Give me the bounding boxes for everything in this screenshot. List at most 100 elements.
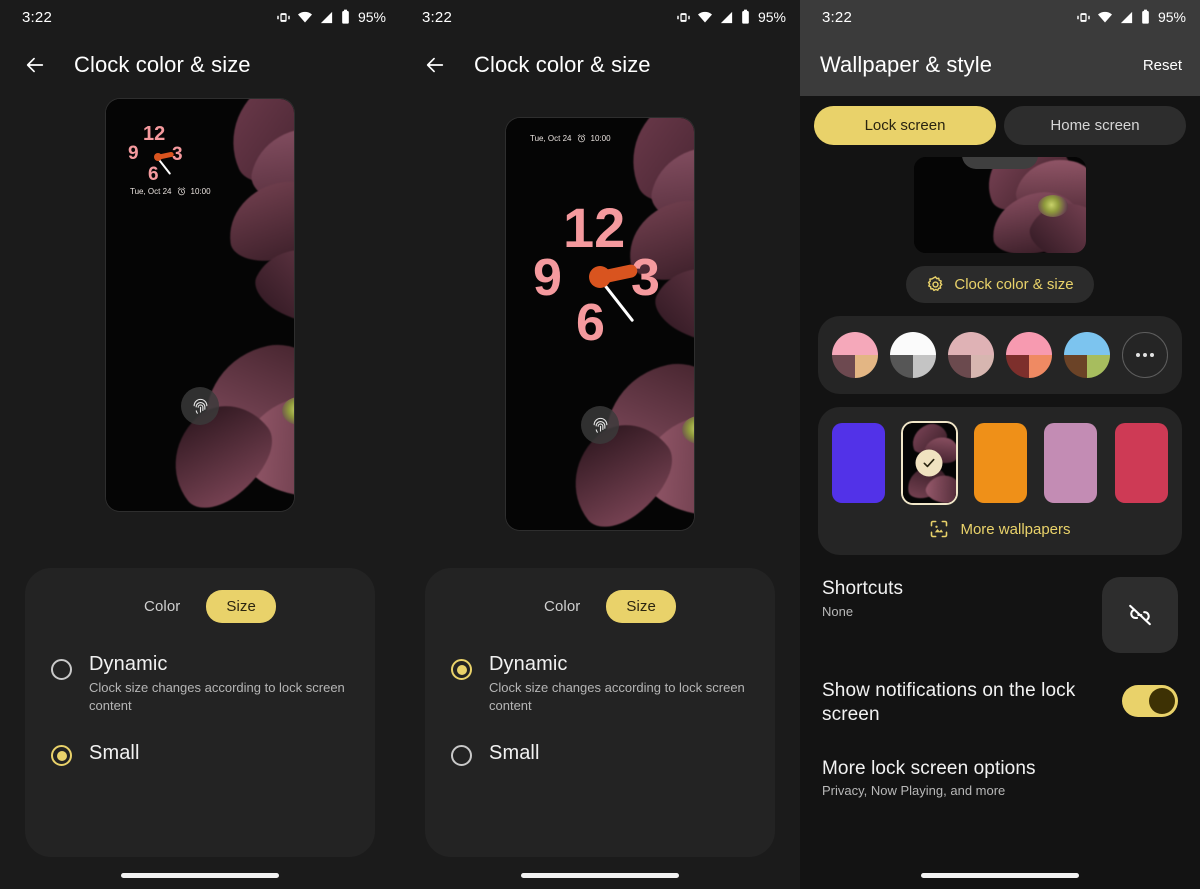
app-bar: Wallpaper & style Reset xyxy=(800,34,1200,96)
battery-percent: 95% xyxy=(1157,9,1186,25)
wallpaper-flower[interactable] xyxy=(902,423,956,503)
status-bar-time: 3:22 xyxy=(822,8,852,26)
radio-label-dynamic: Dynamic xyxy=(489,653,568,675)
size-radio-group: Dynamic Clock size changes according to … xyxy=(45,653,355,767)
shortcuts-row[interactable]: Shortcuts None xyxy=(818,555,1182,653)
more-wallpapers-button[interactable]: More wallpapers xyxy=(832,519,1168,539)
swatch-rose[interactable] xyxy=(1006,332,1052,378)
image-frame-icon xyxy=(931,520,948,538)
tab-color[interactable]: Color xyxy=(124,590,200,623)
app-bar: Clock color & size xyxy=(0,34,400,96)
segmented-control: Color Size xyxy=(445,590,755,623)
clock-chip-label: Clock color & size xyxy=(954,276,1074,293)
clock-numeral-6: 6 xyxy=(148,164,159,185)
lock-screen-preview-container: Tue, Oct 24 10:00 12 3 6 9 xyxy=(400,96,800,530)
wallpaper-header: 3:22 95% Wallpaper & style Reset xyxy=(800,0,1200,96)
radio-sub-dynamic: Clock size changes according to lock scr… xyxy=(89,680,345,713)
wallpaper-orchid[interactable] xyxy=(1044,423,1098,503)
battery-percent: 95% xyxy=(357,9,386,25)
battery-percent: 95% xyxy=(757,9,786,25)
clock-numeral-9: 9 xyxy=(533,249,562,307)
lock-alarm-time: 10:00 xyxy=(190,187,211,196)
wallpaper-crimson[interactable] xyxy=(1115,423,1168,503)
wallpaper-thumb-row xyxy=(832,423,1168,503)
gesture-bar[interactable] xyxy=(521,873,679,878)
wifi-icon xyxy=(697,11,712,22)
back-arrow-icon xyxy=(426,57,444,73)
battery-icon xyxy=(342,9,349,24)
swatch-white-gray[interactable] xyxy=(890,332,936,378)
status-bar-icons: 95% xyxy=(1076,9,1186,25)
wallpaper-preview[interactable] xyxy=(914,157,1086,253)
lock-date: Tue, Oct 24 xyxy=(530,134,572,143)
reset-button[interactable]: Reset xyxy=(1143,57,1182,74)
more-dots-icon[interactable] xyxy=(1122,332,1168,378)
tab-color[interactable]: Color xyxy=(524,590,600,623)
fingerprint-icon xyxy=(193,398,207,414)
tab-lock-screen[interactable]: Lock screen xyxy=(814,106,996,145)
radio-indicator-dynamic[interactable] xyxy=(451,659,472,680)
status-bar: 3:22 95% xyxy=(800,0,1200,34)
clock-options-card: Color Size Dynamic Clock size changes ac… xyxy=(25,568,375,857)
radio-option-dynamic[interactable]: Dynamic Clock size changes according to … xyxy=(45,653,355,714)
color-swatch-row xyxy=(832,332,1168,378)
show-notifications-toggle[interactable] xyxy=(1122,685,1178,717)
phone-preview-small[interactable]: 12 3 6 9 Tue, Oct 24 10:00 xyxy=(106,99,294,511)
color-swatches-card xyxy=(818,316,1182,394)
radio-indicator-dynamic[interactable] xyxy=(51,659,72,680)
link-off-icon xyxy=(1129,604,1151,626)
phone-preview-dynamic[interactable]: Tue, Oct 24 10:00 12 3 6 9 xyxy=(506,118,694,530)
radio-label-small: Small xyxy=(89,742,140,765)
swatch-mauve[interactable] xyxy=(948,332,994,378)
show-notifications-title: Show notifications on the lock screen xyxy=(822,680,1076,725)
wifi-icon xyxy=(1097,11,1112,22)
clock-color-size-chip[interactable]: Clock color & size xyxy=(906,266,1094,303)
wallpaper-selected-badge xyxy=(915,449,943,477)
gesture-bar[interactable] xyxy=(121,873,279,878)
clock-numeral-12: 12 xyxy=(143,123,166,145)
clock-numeral-3: 3 xyxy=(631,249,660,307)
analog-clock-dynamic: 12 3 6 9 xyxy=(533,200,667,349)
wallpaper-body: Clock color & size More wallpapers Short… xyxy=(800,157,1200,798)
screenshot-root: 3:22 95% Clock color & size 12 3 6 9 Tue… xyxy=(0,0,1200,889)
gesture-bar[interactable] xyxy=(921,873,1079,878)
more-lock-screen-options-row[interactable]: More lock screen options Privacy, Now Pl… xyxy=(818,727,1182,799)
radio-option-dynamic[interactable]: Dynamic Clock size changes according to … xyxy=(445,653,755,714)
back-button[interactable] xyxy=(18,48,52,82)
more-wallpapers-label: More wallpapers xyxy=(960,520,1071,538)
swatch-pink-tan[interactable] xyxy=(832,332,878,378)
clock-center-cap xyxy=(154,153,162,161)
tab-home-screen[interactable]: Home screen xyxy=(1004,106,1186,145)
panel-clock-small: 3:22 95% Clock color & size 12 3 6 9 Tue… xyxy=(0,0,400,889)
more-options-sub: Privacy, Now Playing, and more xyxy=(822,783,1006,799)
panel-clock-dynamic: 3:22 95% Clock color & size Tue, Oct 24 … xyxy=(400,0,800,889)
radio-label-dynamic: Dynamic xyxy=(89,653,168,675)
radio-indicator-small[interactable] xyxy=(51,745,72,767)
radio-option-small[interactable]: Small xyxy=(45,742,355,767)
vibrate-icon xyxy=(277,12,290,22)
vibrate-icon xyxy=(1077,12,1090,22)
show-notifications-row[interactable]: Show notifications on the lock screen xyxy=(818,653,1182,727)
page-title: Clock color & size xyxy=(474,52,651,77)
size-radio-group: Dynamic Clock size changes according to … xyxy=(445,653,755,767)
back-button[interactable] xyxy=(418,48,452,82)
wallpaper-indigo[interactable] xyxy=(832,423,885,503)
fingerprint-button[interactable] xyxy=(581,406,619,444)
wallpaper-preview-image xyxy=(914,157,1086,253)
shortcuts-value: None xyxy=(822,603,854,619)
tab-size[interactable]: Size xyxy=(206,590,276,623)
wallpaper-orange[interactable] xyxy=(973,423,1027,503)
page-title: Clock color & size xyxy=(74,52,251,77)
panel-wallpaper-and-style: 3:22 95% Wallpaper & style Reset Lock sc… xyxy=(800,0,1200,889)
segmented-control: Color Size xyxy=(45,590,355,623)
status-bar-icons: 95% xyxy=(676,9,786,25)
shortcuts-icon-button[interactable] xyxy=(1102,577,1178,653)
swatch-sky-olive[interactable] xyxy=(1064,332,1110,378)
lock-screen-date-row: Tue, Oct 24 10:00 xyxy=(530,134,611,143)
fingerprint-button[interactable] xyxy=(181,387,219,425)
tab-size[interactable]: Size xyxy=(606,590,676,623)
radio-option-small[interactable]: Small xyxy=(445,742,755,767)
alarm-icon xyxy=(577,134,585,143)
vibrate-icon xyxy=(677,12,690,22)
radio-indicator-small[interactable] xyxy=(451,745,472,767)
